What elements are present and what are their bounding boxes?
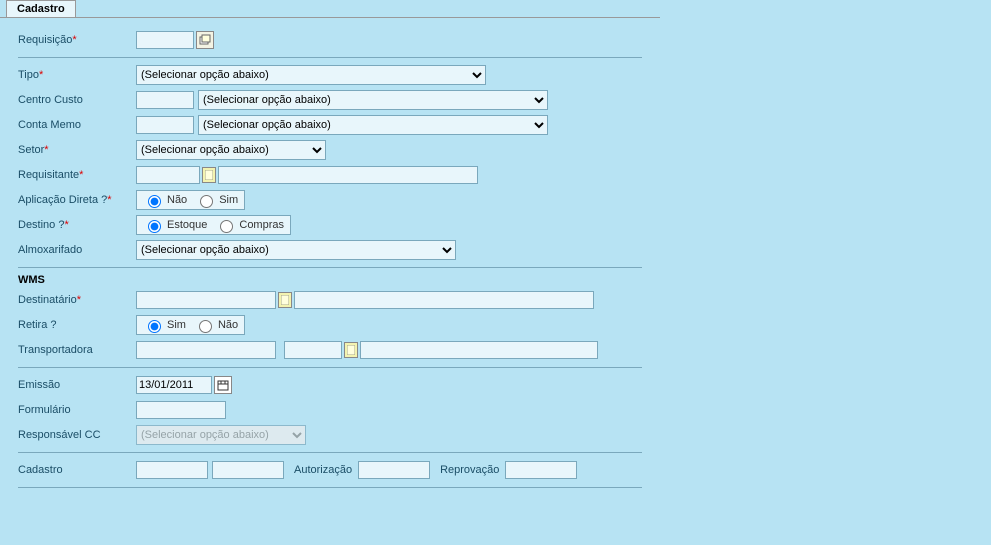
label-destino: Destino ?* bbox=[18, 219, 136, 231]
responsavel-cc-select: (Selecionar opção abaixo) bbox=[136, 425, 306, 445]
label-setor: Setor* bbox=[18, 144, 136, 156]
cadastro-v2-input[interactable] bbox=[212, 461, 284, 479]
label-requisicao: Requisição* bbox=[18, 34, 136, 46]
lookup-requisitante-icon[interactable] bbox=[202, 167, 216, 183]
label-tipo: Tipo* bbox=[18, 69, 136, 81]
label-centro-custo: Centro Custo bbox=[18, 94, 136, 106]
aplicacao-direta-sim[interactable]: Sim bbox=[195, 192, 238, 208]
destinatario-name-input[interactable] bbox=[294, 291, 594, 309]
conta-memo-select[interactable]: (Selecionar opção abaixo) bbox=[198, 115, 548, 135]
centro-custo-code-input[interactable] bbox=[136, 91, 194, 109]
label-autorizacao: Autorização bbox=[294, 464, 352, 476]
formulario-input[interactable] bbox=[136, 401, 226, 419]
label-retira: Retira ? bbox=[18, 319, 136, 331]
label-reprovacao: Reprovação bbox=[440, 464, 499, 476]
cadastro-v1-input[interactable] bbox=[136, 461, 208, 479]
label-transportadora: Transportadora bbox=[18, 344, 136, 356]
label-destinatario: Destinatário* bbox=[18, 294, 136, 306]
destino-compras[interactable]: Compras bbox=[215, 217, 284, 233]
label-aplicacao-direta: Aplicação Direta ?* bbox=[18, 194, 136, 206]
autorizacao-input[interactable] bbox=[358, 461, 430, 479]
label-almoxarifado: Almoxarifado bbox=[18, 244, 136, 256]
lookup-destinatario-icon[interactable] bbox=[278, 292, 292, 308]
destinatario-code-input[interactable] bbox=[136, 291, 276, 309]
label-cadastro: Cadastro bbox=[18, 464, 136, 476]
lookup-requisicao-icon[interactable] bbox=[196, 31, 214, 49]
label-formulario: Formulário bbox=[18, 404, 136, 416]
reprovacao-input[interactable] bbox=[505, 461, 577, 479]
destino-group: Estoque Compras bbox=[136, 215, 291, 235]
setor-select[interactable]: (Selecionar opção abaixo) bbox=[136, 140, 326, 160]
tipo-select[interactable]: (Selecionar opção abaixo) bbox=[136, 65, 486, 85]
tab-cadastro[interactable]: Cadastro bbox=[6, 0, 76, 18]
transportadora-code2-input[interactable] bbox=[284, 341, 342, 359]
calendar-emissao-icon[interactable] bbox=[214, 376, 232, 394]
aplicacao-direta-nao[interactable]: Não bbox=[143, 192, 187, 208]
retira-sim[interactable]: Sim bbox=[143, 317, 186, 333]
transportadora-name-input[interactable] bbox=[360, 341, 598, 359]
requisicao-input[interactable] bbox=[136, 31, 194, 49]
tab-title: Cadastro bbox=[17, 3, 65, 15]
requisitante-name-input[interactable] bbox=[218, 166, 478, 184]
centro-custo-select[interactable]: (Selecionar opção abaixo) bbox=[198, 90, 548, 110]
retira-nao[interactable]: Não bbox=[194, 317, 238, 333]
emissao-input[interactable] bbox=[136, 376, 212, 394]
almoxarifado-select[interactable]: (Selecionar opção abaixo) bbox=[136, 240, 456, 260]
transportadora-code1-input[interactable] bbox=[136, 341, 276, 359]
section-wms-title: WMS bbox=[18, 274, 642, 286]
label-conta-memo: Conta Memo bbox=[18, 119, 136, 131]
retira-group: Sim Não bbox=[136, 315, 245, 335]
label-emissao: Emissão bbox=[18, 379, 136, 391]
label-requisitante: Requisitante* bbox=[18, 169, 136, 181]
aplicacao-direta-group: Não Sim bbox=[136, 190, 245, 210]
requisitante-code-input[interactable] bbox=[136, 166, 200, 184]
label-responsavel-cc: Responsável CC bbox=[18, 429, 136, 441]
lookup-transportadora-icon[interactable] bbox=[344, 342, 358, 358]
conta-memo-code-input[interactable] bbox=[136, 116, 194, 134]
destino-estoque[interactable]: Estoque bbox=[143, 217, 207, 233]
